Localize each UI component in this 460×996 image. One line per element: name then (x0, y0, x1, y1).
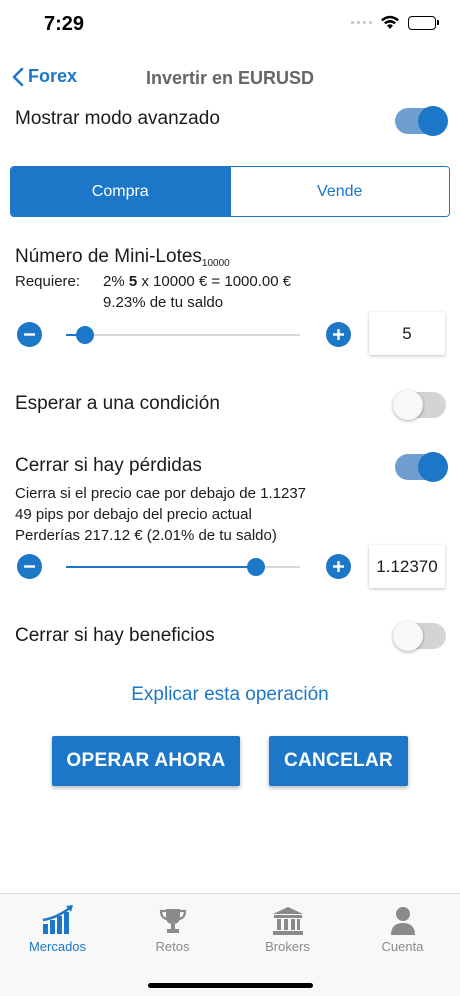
status-time: 7:29 (44, 13, 85, 35)
lots-decrease-button[interactable] (17, 322, 42, 347)
stop-loss-value-input[interactable]: 1.12370 (369, 545, 445, 588)
stop-loss-line2: 49 pips por debajo del precio actual (15, 506, 252, 523)
stop-loss-increase-button[interactable] (326, 554, 351, 579)
page-title: Invertir en EURUSD (145, 68, 315, 88)
chart-icon (0, 902, 115, 936)
take-profit-toggle[interactable] (393, 621, 446, 651)
take-profit-label: Cerrar si hay beneficios (15, 625, 215, 646)
advanced-mode-label: Mostrar modo avanzado (15, 108, 220, 129)
navigation-bar: Forex Invertir en EURUSD (0, 52, 460, 104)
tab-challenges[interactable]: Retos (115, 902, 230, 954)
tab-account-label: Cuenta (381, 939, 424, 954)
stop-loss-slider[interactable] (66, 558, 300, 576)
status-bar: 7:29 (0, 0, 460, 50)
status-icons (351, 15, 439, 30)
tab-bar: Mercados Retos Brokers Cuenta (0, 893, 460, 996)
plus-icon (333, 329, 344, 340)
condition-row: Esperar a una condición (15, 393, 446, 415)
stop-loss-line3: Perderías 217.12 € (2.01% de tu saldo) (15, 527, 277, 544)
minus-icon (24, 565, 35, 568)
home-indicator (148, 983, 313, 988)
plus-icon (333, 561, 344, 572)
requires-label: Requiere: (15, 273, 81, 290)
advanced-mode-toggle[interactable] (395, 106, 448, 136)
stop-loss-slider-fill (66, 566, 256, 568)
segment-buy[interactable]: Compra (11, 167, 230, 216)
bank-icon (230, 902, 345, 936)
minus-icon (24, 333, 35, 336)
requires-line2: 9.23% de tu saldo (103, 294, 224, 311)
stop-loss-decrease-button[interactable] (17, 554, 42, 579)
condition-label: Esperar a una condición (15, 393, 220, 414)
segment-sell[interactable]: Vende (229, 167, 449, 216)
buy-sell-segment: Compra Vende (10, 166, 450, 217)
advanced-mode-row: Mostrar modo avanzado (15, 108, 446, 130)
stop-loss-row: Cerrar si hay pérdidas (15, 455, 446, 477)
tab-challenges-label: Retos (155, 939, 190, 954)
lots-slider[interactable] (66, 326, 300, 344)
stop-loss-toggle[interactable] (395, 452, 448, 482)
tab-account[interactable]: Cuenta (345, 902, 460, 954)
requires-rest: x 10000 € = 1000.00 € (137, 273, 292, 290)
requires-pct: 2% (103, 273, 129, 290)
wifi-icon (381, 15, 399, 29)
mini-lots-label: Número de Mini-Lotes (15, 246, 202, 267)
lots-increase-button[interactable] (326, 322, 351, 347)
stop-loss-line1: Cierra si el precio cae por debajo de 1.… (15, 485, 307, 502)
mini-lots-subscript: 10000 (201, 258, 230, 270)
tab-markets[interactable]: Mercados (0, 902, 115, 954)
take-profit-row: Cerrar si hay beneficios (15, 625, 446, 647)
cancel-button[interactable]: CANCELAR (269, 736, 408, 786)
tab-markets-label: Mercados (28, 939, 87, 954)
lots-slider-thumb[interactable] (75, 326, 94, 344)
lots-value-input[interactable]: 5 (369, 312, 445, 355)
battery-icon (408, 15, 439, 30)
trophy-icon (115, 902, 230, 936)
stop-loss-label: Cerrar si hay pérdidas (15, 455, 202, 476)
signal-icon (351, 21, 372, 24)
requires-line1: 2% 5 x 10000 € = 1000.00 € (103, 273, 291, 290)
requires-qty: 5 (128, 273, 138, 290)
operate-now-button[interactable]: OPERAR AHORA (52, 736, 240, 786)
user-icon (345, 902, 460, 936)
stop-loss-slider-thumb[interactable] (246, 558, 265, 576)
tab-brokers[interactable]: Brokers (230, 902, 345, 954)
condition-toggle[interactable] (393, 390, 446, 420)
explain-operation-link[interactable]: Explicar esta operación (0, 684, 460, 706)
mini-lots-title: Número de Mini-Lotes10000 (15, 246, 446, 269)
tab-brokers-label: Brokers (265, 939, 310, 954)
